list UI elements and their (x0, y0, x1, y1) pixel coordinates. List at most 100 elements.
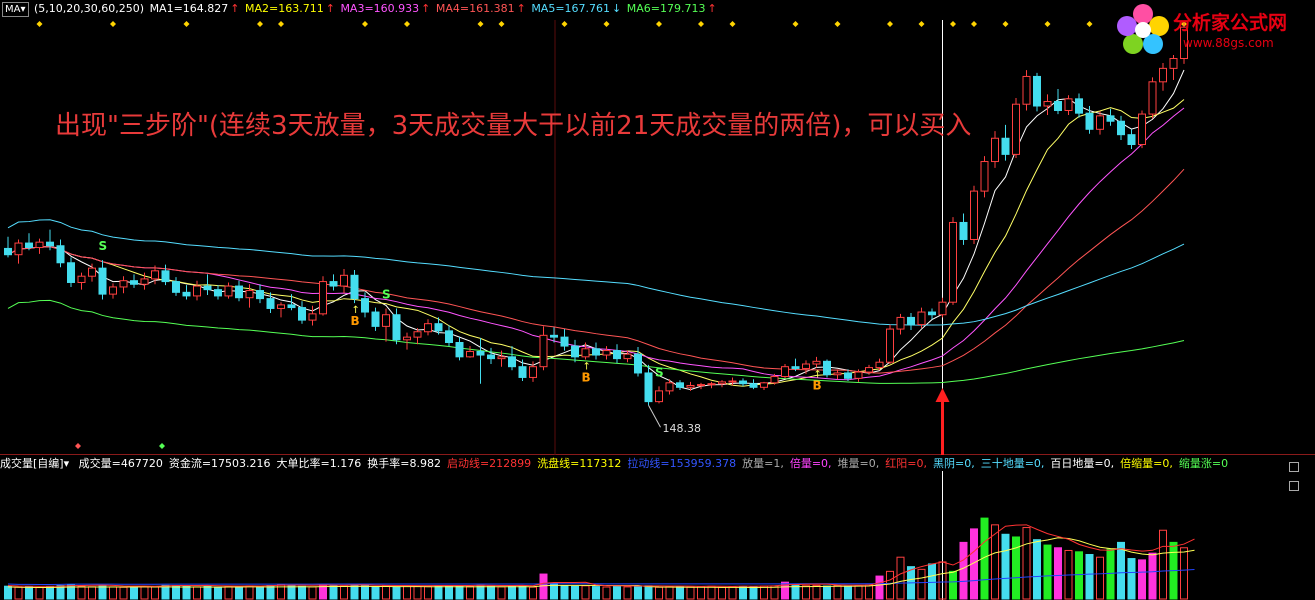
candle-body (623, 353, 632, 360)
signal-diamond-icon (257, 21, 263, 27)
candle-body (476, 350, 485, 356)
price-chart[interactable]: 148.38SSS↑B↑B ↑B (0, 0, 1315, 455)
signal-diamond-icon (561, 21, 568, 27)
volume-bar (256, 586, 264, 600)
signal-diamond-icon (971, 21, 977, 27)
candle-body (550, 334, 558, 338)
volume-indicator-bar: 成交量[自编]▾ 成交量=467720 资金流=17503.216 大单比率=1.1… (0, 455, 1290, 471)
volume-bar (182, 585, 191, 600)
candle-body (854, 371, 863, 379)
volume-bar (686, 586, 695, 600)
volume-bar (718, 586, 726, 600)
candle-body (161, 270, 170, 283)
candle-body (886, 328, 894, 363)
volume-bar (1127, 558, 1136, 600)
volume-bar (644, 585, 653, 600)
volume-bar (25, 586, 33, 600)
volume-bar (77, 585, 86, 600)
volume-bar (1022, 527, 1031, 600)
candle-body (560, 336, 569, 347)
volume-bar (424, 586, 432, 600)
candle-body (35, 241, 44, 249)
candle-body (644, 372, 653, 403)
volume-bar (487, 585, 495, 600)
volume-bar (571, 585, 579, 600)
volume-bar (224, 585, 233, 600)
sell-signal-label: S (99, 239, 108, 253)
volume-bar (844, 585, 852, 600)
candle-body (14, 242, 23, 256)
candle-body (1054, 101, 1062, 111)
candle-body (529, 366, 537, 378)
candle-body (256, 290, 264, 300)
candle-body (1148, 81, 1157, 115)
volume-bar (560, 585, 569, 600)
volume-bar (172, 585, 180, 600)
candle-body (1043, 101, 1052, 107)
volume-indicator-item: 拉动线=153959.378 (627, 457, 737, 470)
candle-body (1033, 75, 1041, 107)
volume-bar (1106, 548, 1115, 600)
candle-body (739, 380, 747, 385)
volume-bar (298, 585, 306, 600)
candle-body (602, 350, 611, 356)
candle-body (539, 334, 548, 368)
volume-bar (739, 585, 747, 600)
candle-body (329, 281, 338, 287)
volume-bar (959, 541, 968, 600)
volume-bar (392, 586, 401, 600)
volume-bar (151, 586, 159, 600)
signal-diamond-icon (918, 21, 925, 27)
candle-body (214, 289, 222, 297)
candle-body (928, 311, 936, 316)
volume-chart[interactable] (0, 471, 1315, 600)
candle-body (172, 281, 180, 293)
volume-bar (1085, 554, 1094, 600)
candle-body (613, 350, 621, 360)
candle-body (245, 290, 254, 299)
volume-indicator-name[interactable]: 成交量[自编]▾ (0, 457, 69, 470)
volume-bar (508, 585, 516, 600)
candle-body (46, 241, 54, 247)
candle-body (424, 323, 432, 333)
candle-body (959, 221, 968, 240)
volume-bar (4, 585, 12, 600)
volume-bar (634, 585, 642, 600)
volume-bar (1180, 547, 1188, 600)
signal-diamond-icon (729, 21, 736, 27)
volume-bar (476, 584, 485, 600)
volume-bar (361, 585, 369, 600)
candle-body (193, 285, 201, 297)
candle-body (203, 285, 212, 291)
volume-bar (539, 573, 548, 600)
volume-bar (1117, 541, 1125, 600)
candle-body (1064, 98, 1073, 111)
volume-bar (529, 586, 537, 600)
volume-indicator-item: 倍量=0, (789, 457, 832, 470)
volume-bar (854, 585, 863, 600)
candle-body (319, 281, 327, 315)
candle-body (403, 336, 411, 341)
volume-bar (35, 587, 44, 600)
candle-body (277, 304, 285, 309)
volume-bar (466, 585, 474, 600)
candle-body (823, 360, 831, 376)
candle-body (445, 330, 453, 343)
volume-bar (1033, 539, 1041, 600)
volume-bar (886, 570, 894, 600)
signal-diamond-icon (278, 21, 284, 27)
candle-body (361, 298, 369, 313)
signal-diamond-icon (698, 21, 704, 27)
candle-body (25, 242, 33, 249)
candle-body (350, 274, 359, 300)
sell-signal-label: S (382, 287, 391, 301)
candle-body (833, 372, 842, 376)
volume-bar (812, 584, 821, 600)
candle-body (1117, 120, 1125, 136)
candle-body (518, 366, 527, 378)
volume-indicator-item: 缩量涨=0 (1178, 457, 1229, 470)
volume-bar (203, 585, 212, 600)
signal-diamond-icon (1044, 21, 1051, 27)
annotation-text: 出现"三步阶"(连续3天放量，3天成交量大于以前21天成交量的两倍)，可以买入 (55, 111, 972, 141)
volume-indicator-item: 红阳=0, (885, 457, 927, 470)
